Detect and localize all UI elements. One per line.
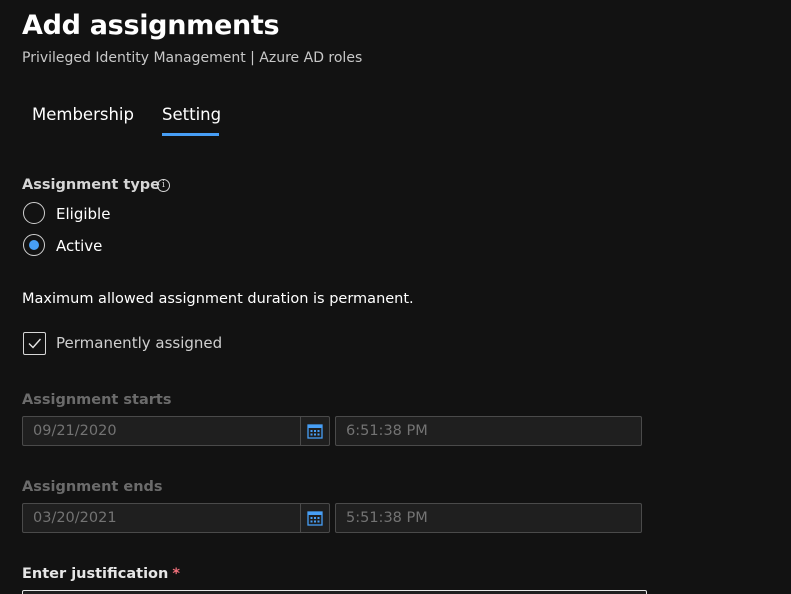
active-radio-label[interactable]: Active xyxy=(56,237,102,255)
end-time-value: 5:51:38 PM xyxy=(346,510,428,526)
assignment-starts-label: Assignment starts xyxy=(22,392,172,408)
end-time-input[interactable]: 5:51:38 PM xyxy=(335,503,642,533)
tab-membership[interactable]: Membership xyxy=(32,105,134,124)
selected-tab-indicator xyxy=(162,133,219,136)
tab-setting[interactable]: Setting xyxy=(162,105,221,124)
justification-input[interactable] xyxy=(22,590,647,594)
page-subtitle: Privileged Identity Management | Azure A… xyxy=(22,50,363,66)
eligible-radio[interactable] xyxy=(23,202,45,224)
page-title: Add assignments xyxy=(22,10,280,41)
eligible-radio-label[interactable]: Eligible xyxy=(56,205,110,223)
assignment-type-label: Assignment type xyxy=(22,177,160,193)
assignment-ends-label: Assignment ends xyxy=(22,479,163,495)
start-date-input[interactable]: 09/21/2020 xyxy=(22,416,330,446)
permanently-assigned-checkbox[interactable] xyxy=(23,332,46,355)
end-date-value: 03/20/2021 xyxy=(33,510,117,526)
justification-label: Enter justification * xyxy=(22,566,180,582)
checkmark-icon xyxy=(28,338,42,349)
required-marker: * xyxy=(172,566,180,582)
end-date-picker-button[interactable] xyxy=(300,504,329,532)
duration-notice: Maximum allowed assignment duration is p… xyxy=(22,291,414,307)
justification-label-text: Enter justification xyxy=(22,566,169,582)
active-radio[interactable] xyxy=(23,234,45,256)
start-time-input[interactable]: 6:51:38 PM xyxy=(335,416,642,446)
permanently-assigned-label[interactable]: Permanently assigned xyxy=(56,334,222,352)
start-time-value: 6:51:38 PM xyxy=(346,423,428,439)
calendar-icon xyxy=(307,511,323,526)
end-date-input[interactable]: 03/20/2021 xyxy=(22,503,330,533)
start-date-picker-button[interactable] xyxy=(300,417,329,445)
radio-selected-dot xyxy=(29,240,39,250)
start-date-value: 09/21/2020 xyxy=(33,423,117,439)
calendar-icon xyxy=(307,424,323,439)
info-icon[interactable]: i xyxy=(157,179,170,192)
add-assignments-page: Add assignments Privileged Identity Mana… xyxy=(0,0,791,594)
